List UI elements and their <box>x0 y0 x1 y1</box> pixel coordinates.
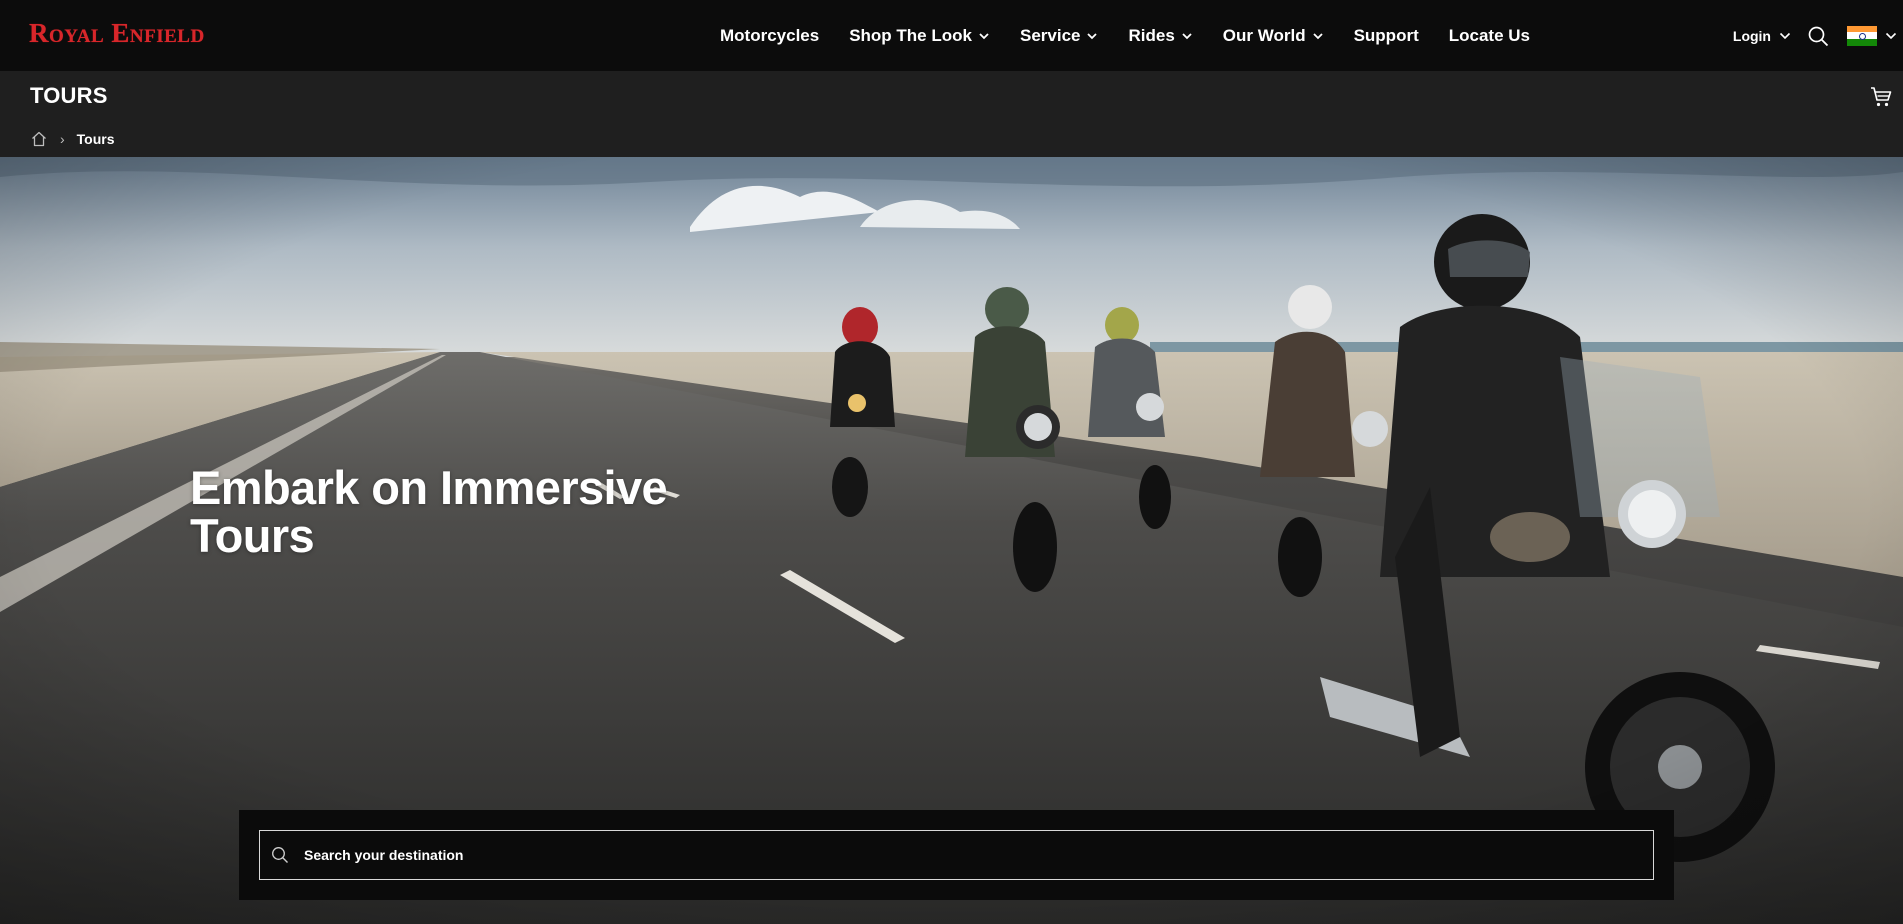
royal-enfield-logo[interactable]: Royal Enfield <box>29 18 205 48</box>
chevron-down-icon <box>1086 30 1098 42</box>
nav-item-service[interactable]: Service <box>1020 26 1099 46</box>
chevron-down-icon <box>1181 30 1193 42</box>
chevron-down-icon[interactable] <box>1885 30 1897 42</box>
cart-icon[interactable] <box>1869 85 1893 109</box>
search-icon <box>271 846 289 864</box>
breadcrumb-separator: › <box>60 131 65 147</box>
page-subheader: TOURS › Tours <box>0 71 1903 157</box>
destination-search-input[interactable] <box>304 847 1653 863</box>
nav-item-motorcycles[interactable]: Motorcycles <box>720 26 819 46</box>
login-button[interactable]: Login <box>1733 28 1791 44</box>
destination-search-box[interactable] <box>259 830 1654 880</box>
nav-item-locate-us[interactable]: Locate Us <box>1449 26 1530 46</box>
nav-item-label: Shop The Look <box>849 25 972 45</box>
main-menu: Motorcycles Shop The Look Service Rides … <box>720 0 1560 71</box>
header-tools: Login <box>1733 0 1903 71</box>
home-icon[interactable] <box>30 130 48 148</box>
top-navigation: Royal Enfield Motorcycles Shop The Look … <box>0 0 1903 71</box>
login-label: Login <box>1732 27 1771 44</box>
chevron-down-icon <box>1312 30 1324 42</box>
hero-banner: Embark on Immersive Tours <box>0 157 1903 924</box>
page-title: TOURS <box>30 83 108 108</box>
nav-item-our-world[interactable]: Our World <box>1223 26 1324 46</box>
nav-item-label: Rides <box>1128 25 1175 45</box>
india-flag-icon[interactable] <box>1847 25 1877 46</box>
nav-item-label: Support <box>1353 25 1419 45</box>
nav-item-label: Service <box>1019 25 1081 45</box>
nav-item-label: Motorcycles <box>720 25 820 45</box>
hero-title: Embark on Immersive Tours <box>190 464 710 560</box>
breadcrumb-current: Tours <box>76 131 115 147</box>
nav-item-label: Locate Us <box>1448 25 1530 45</box>
breadcrumb: › Tours <box>30 130 115 148</box>
search-icon[interactable] <box>1807 25 1829 47</box>
hero-title-line-2: Tours <box>190 509 315 562</box>
chevron-down-icon <box>978 30 990 42</box>
nav-item-shop-the-look[interactable]: Shop The Look <box>849 26 990 46</box>
nav-item-support[interactable]: Support <box>1354 26 1419 46</box>
nav-item-rides[interactable]: Rides <box>1128 26 1192 46</box>
hero-title-line-1: Embark on Immersive <box>190 461 668 514</box>
nav-item-label: Our World <box>1222 25 1306 45</box>
destination-search-panel <box>239 810 1674 900</box>
chevron-down-icon <box>1779 30 1791 42</box>
